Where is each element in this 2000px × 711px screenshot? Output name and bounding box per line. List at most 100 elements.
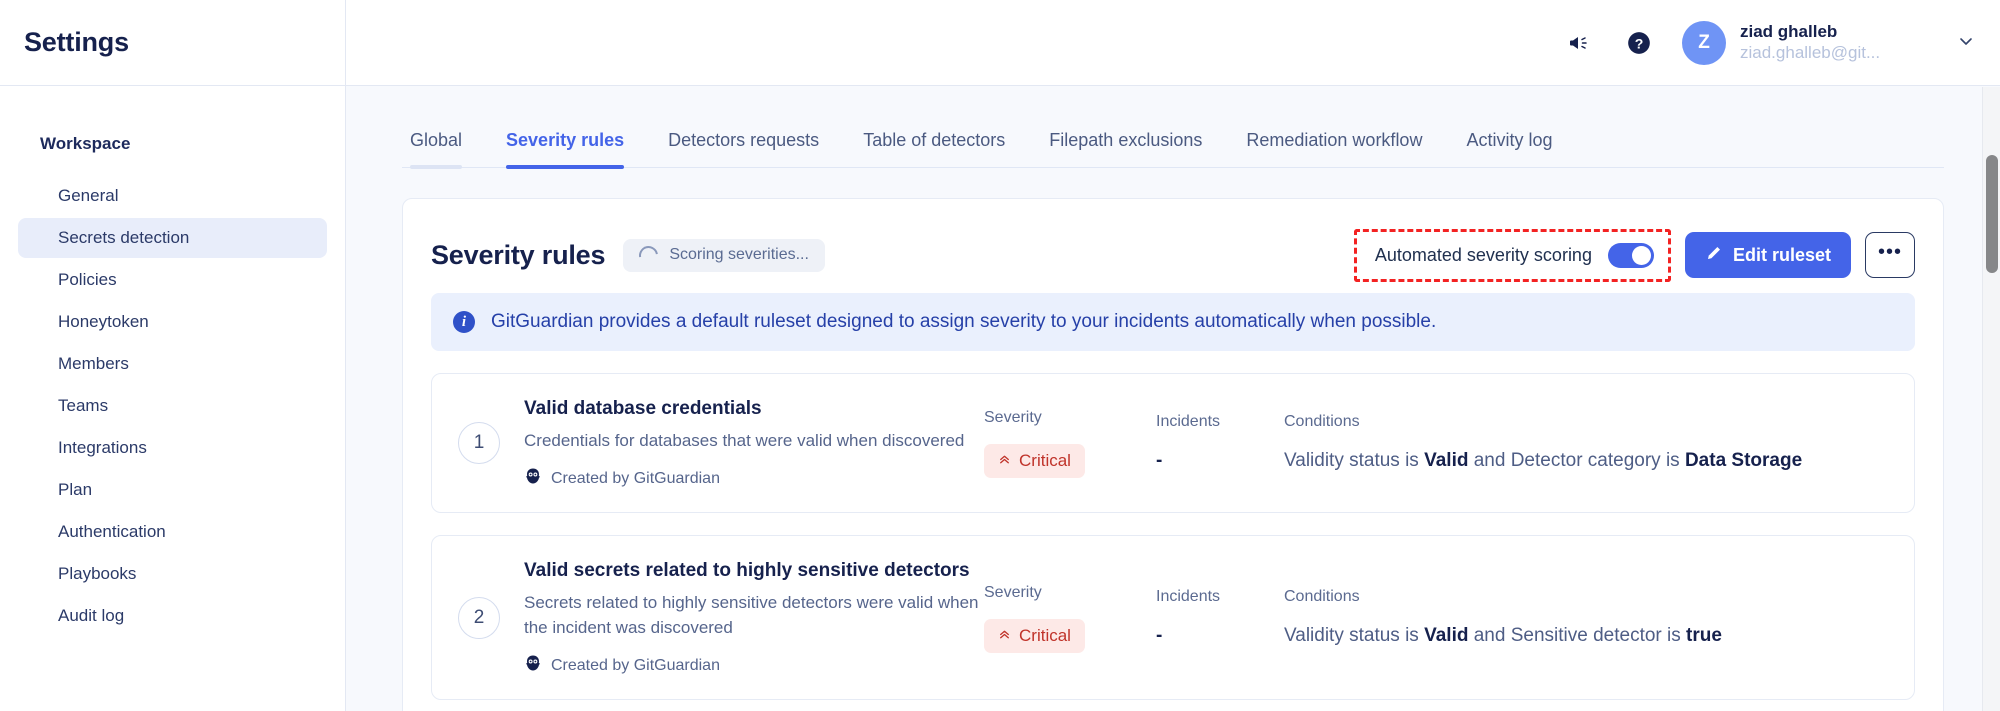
incidents-value: -: [1156, 624, 1163, 646]
more-options-button[interactable]: •••: [1865, 232, 1915, 278]
sidebar-item-honeytoken[interactable]: Honeytoken: [18, 302, 327, 342]
tab-detectors-requests[interactable]: Detectors requests: [646, 130, 841, 167]
rule-conditions-cell: Conditions Validity status is Valid and …: [1284, 587, 1888, 649]
rule-number: 1: [458, 422, 500, 464]
sidebar-item-general[interactable]: General: [18, 176, 327, 216]
severity-label: Critical: [1019, 451, 1071, 470]
sidebar-section-workspace: Workspace: [40, 134, 131, 153]
condition-prefix: Validity status is: [1284, 624, 1425, 646]
table-row[interactable]: 2 Valid secrets related to highly sensit…: [431, 535, 1915, 700]
page-title: Settings: [24, 27, 129, 57]
rule-conditions-cell: Conditions Validity status is Valid and …: [1284, 412, 1888, 474]
sidebar-item-authentication[interactable]: Authentication: [18, 512, 327, 552]
column-header-conditions: Conditions: [1284, 413, 1360, 430]
sidebar-item-plan[interactable]: Plan: [18, 470, 327, 510]
column-header-incidents: Incidents: [1156, 587, 1221, 605]
edit-ruleset-button[interactable]: Edit ruleset: [1684, 232, 1851, 278]
rule-severity-cell: Severity Critical: [984, 583, 1156, 653]
tab-severity-rules[interactable]: Severity rules: [484, 130, 646, 169]
topbar: ? Z ziad ghalleb ziad.ghalleb@git...: [346, 0, 2000, 86]
condition-value-2: Data Storage: [1684, 450, 1803, 471]
tab-activity-log[interactable]: Activity log: [1444, 130, 1574, 167]
edit-ruleset-label: Edit ruleset: [1732, 244, 1831, 265]
conditions-value: Validity status is Valid and Sensitive d…: [1284, 623, 1888, 649]
panel-header: Severity rules Scoring severities... Aut…: [431, 227, 1915, 283]
user-menu[interactable]: Z ziad ghalleb ziad.ghalleb@git...: [1682, 20, 1974, 65]
rule-name: Valid secrets related to highly sensitiv…: [524, 560, 970, 581]
sidebar-item-integrations[interactable]: Integrations: [18, 428, 327, 468]
rule-severity-cell: Severity Critical: [984, 408, 1156, 478]
table-row[interactable]: 1 Valid database credentials Credentials…: [431, 373, 1915, 513]
status-badge: Critical: [984, 618, 1085, 653]
column-header-incidents: Incidents: [1156, 413, 1221, 430]
condition-value-1: Valid: [1424, 450, 1469, 471]
scrollbar-thumb[interactable]: [1986, 155, 1998, 273]
severity-label: Critical: [1019, 625, 1071, 645]
rule-main: Valid secrets related to highly sensitiv…: [524, 558, 984, 677]
toggle-knob: [1631, 245, 1651, 265]
sidebar-nav: Workspace General Secrets detection Poli…: [0, 86, 345, 636]
column-header-severity: Severity: [984, 583, 1042, 601]
panel-header-left: Severity rules Scoring severities...: [431, 238, 825, 272]
status-badge: Critical: [984, 444, 1085, 478]
column-header-severity: Severity: [984, 409, 1042, 426]
tab-bar: Global Severity rules Detectors requests…: [402, 130, 1944, 169]
chevron-up-double-icon: [998, 626, 1011, 646]
megaphone-icon[interactable]: [1562, 26, 1596, 60]
severity-rules-panel: Severity rules Scoring severities... Aut…: [402, 198, 1944, 711]
condition-middle: and Sensitive detector is: [1468, 624, 1687, 646]
incidents-value: -: [1156, 450, 1163, 471]
content-scroll: Global Severity rules Detectors requests…: [346, 86, 2000, 711]
avatar: Z: [1682, 20, 1726, 65]
tab-table-of-detectors[interactable]: Table of detectors: [841, 130, 1027, 167]
condition-value-1: Valid: [1424, 624, 1469, 646]
help-circle-icon[interactable]: ?: [1622, 26, 1656, 60]
user-meta: ziad ghalleb ziad.ghalleb@git...: [1740, 21, 1940, 64]
settings-page: Settings Workspace General Secrets detec…: [0, 0, 2000, 711]
chevron-up-double-icon: [998, 451, 1011, 471]
rule-author: Created by GitGuardian: [524, 467, 984, 490]
user-name: ziad ghalleb: [1740, 22, 1838, 41]
sidebar-item-policies[interactable]: Policies: [18, 260, 327, 300]
automated-severity-scoring-toggle[interactable]: [1607, 242, 1654, 268]
rule-main: Valid database credentials Credentials f…: [524, 396, 984, 490]
rule-name: Valid database credentials: [524, 398, 762, 419]
sidebar-item-playbooks[interactable]: Playbooks: [18, 554, 327, 594]
rule-incidents-cell: Incidents -: [1156, 587, 1284, 649]
sidebar-item-teams[interactable]: Teams: [18, 386, 327, 426]
info-banner-text: GitGuardian provides a default ruleset d…: [491, 311, 1437, 332]
condition-middle: and Detector category is: [1468, 450, 1685, 471]
automated-severity-scoring-group: Automated severity scoring: [1353, 228, 1671, 282]
gitguardian-owl-icon: [524, 467, 542, 490]
rule-author-label: Created by GitGuardian: [551, 656, 720, 674]
sidebar-item-audit-log[interactable]: Audit log: [18, 596, 327, 636]
pencil-icon: [1705, 244, 1723, 267]
automated-severity-scoring-label: Automated severity scoring: [1374, 244, 1592, 265]
panel-header-right: Automated severity scoring Edit ruleset …: [1353, 228, 1915, 282]
rule-description: Credentials for databases that were vali…: [524, 431, 965, 450]
conditions-value: Validity status is Valid and Detector ca…: [1284, 448, 1888, 474]
condition-value-2: true: [1686, 624, 1722, 646]
vertical-scrollbar[interactable]: [1982, 87, 2000, 711]
scoring-status-chip: Scoring severities...: [623, 238, 825, 272]
panel-title: Severity rules: [431, 239, 606, 270]
spinner-icon: [635, 241, 663, 269]
tab-filepath-exclusions[interactable]: Filepath exclusions: [1027, 130, 1224, 167]
tab-remediation-workflow[interactable]: Remediation workflow: [1224, 130, 1444, 167]
scoring-status-label: Scoring severities...: [669, 246, 809, 263]
user-email: ziad.ghalleb@git...: [1740, 43, 1881, 62]
rule-incidents-cell: Incidents -: [1156, 412, 1284, 474]
sidebar: Settings Workspace General Secrets detec…: [0, 0, 346, 711]
rule-author: Created by GitGuardian: [524, 654, 984, 677]
gitguardian-owl-icon: [524, 654, 542, 677]
chevron-down-icon[interactable]: [1958, 33, 1974, 53]
info-icon: i: [453, 311, 475, 333]
tab-global[interactable]: Global: [402, 130, 484, 169]
sidebar-item-members[interactable]: Members: [18, 344, 327, 384]
svg-text:?: ?: [1635, 35, 1644, 51]
sidebar-header: Settings: [0, 0, 345, 86]
rule-number: 2: [458, 596, 500, 639]
sidebar-item-secrets-detection[interactable]: Secrets detection: [18, 218, 327, 258]
info-banner: i GitGuardian provides a default ruleset…: [431, 293, 1915, 351]
main-area: ? Z ziad ghalleb ziad.ghalleb@git... Glo…: [346, 0, 2000, 711]
